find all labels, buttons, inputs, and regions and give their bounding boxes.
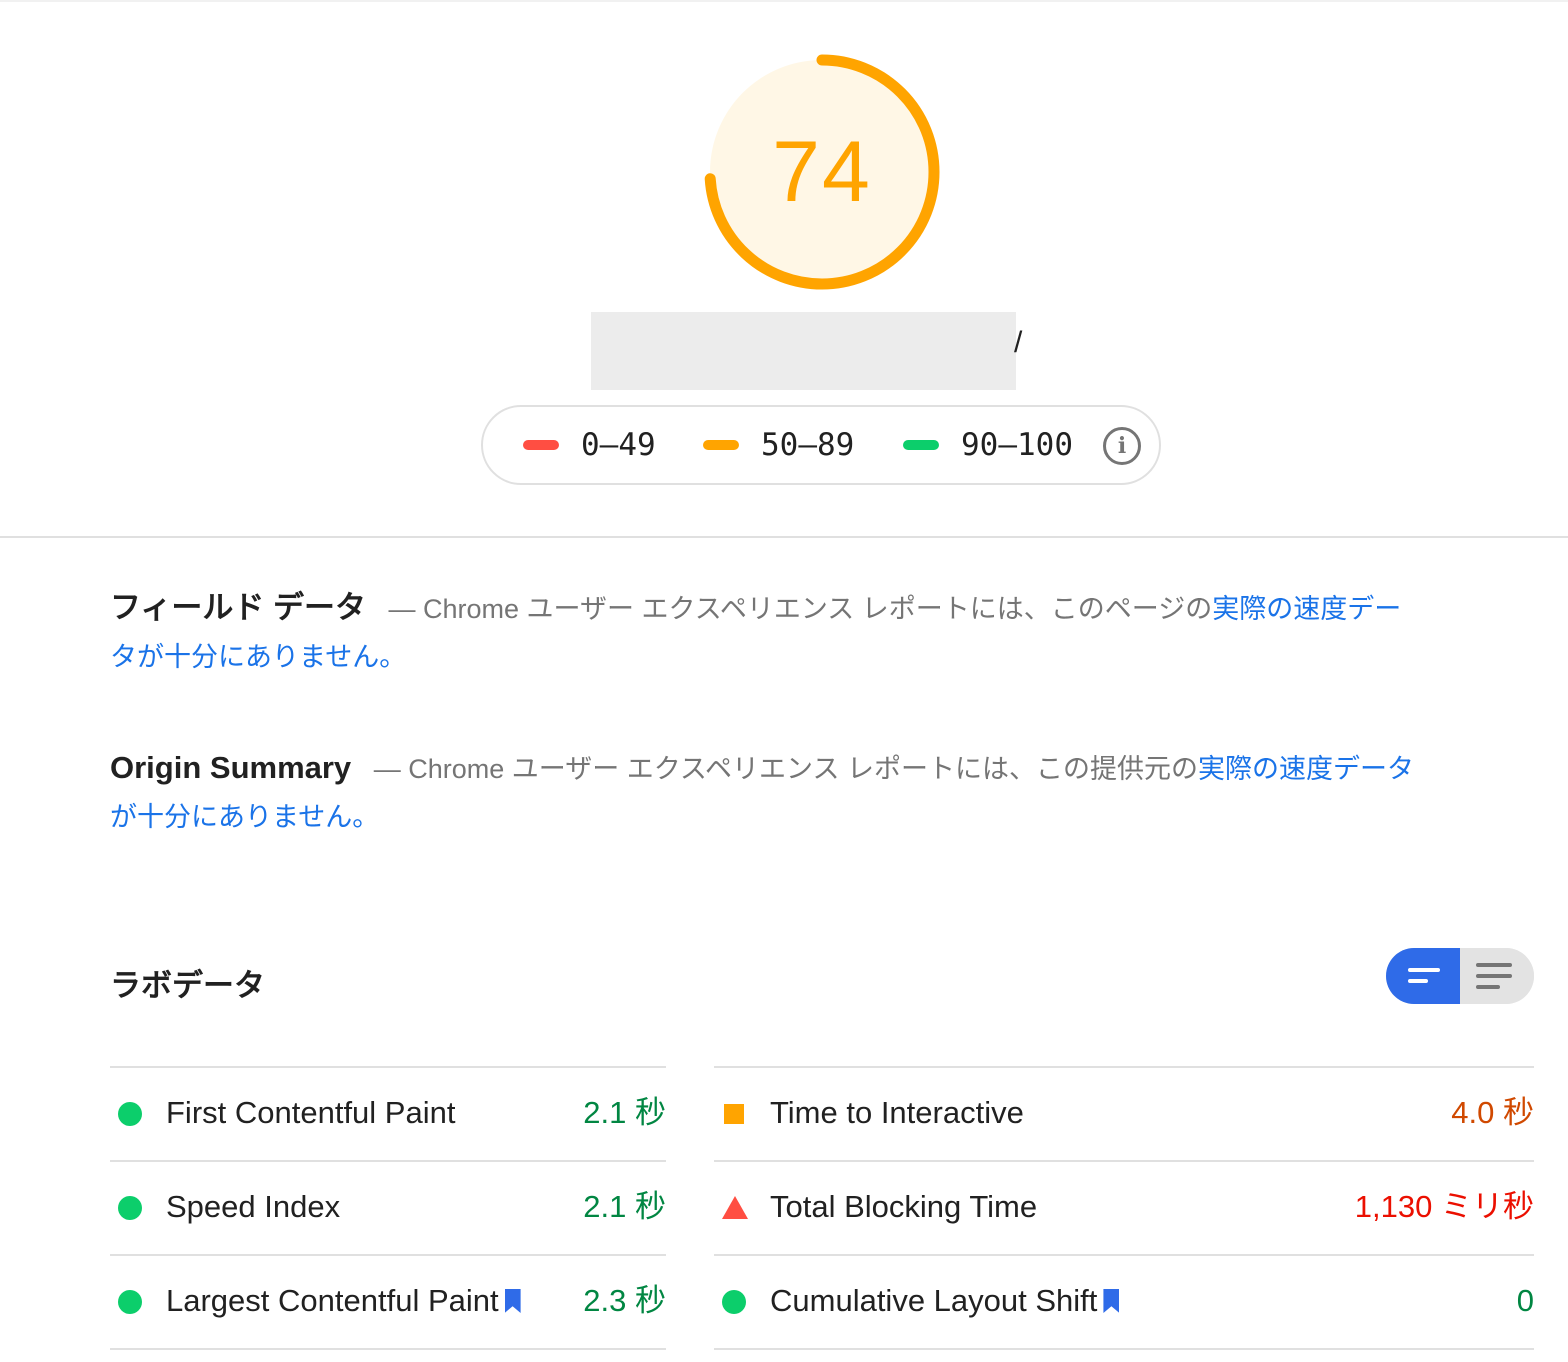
pass-circle-icon [722,1290,746,1314]
metric-name-text: Largest Contentful Paint [166,1283,499,1318]
metric-value: 2.1 秒 [583,1189,666,1224]
info-icon[interactable]: i [1103,427,1141,465]
metric-name: Cumulative Layout Shift [770,1256,1120,1346]
metric-value: 2.1 秒 [583,1095,666,1130]
field-data-description: Chrome ユーザー エクスペリエンス レポートには、このページの [423,594,1213,624]
metric-name: Total Blocking Time [770,1162,1037,1252]
metric-row: Largest Contentful Paint 2.3 秒 [110,1254,666,1350]
lab-data-title: ラボデータ [110,968,265,1003]
metric-name: Largest Contentful Paint [166,1256,521,1346]
metrics-view-toggle [1386,948,1534,1004]
pass-circle-icon [118,1196,142,1220]
legend-item-pass: 90–100 [903,407,1073,483]
metric-name-text: Total Blocking Time [770,1189,1038,1224]
bookmark-icon [1103,1289,1120,1313]
field-data-dash: — [388,594,416,624]
legend-item-average: 50–89 [703,407,854,483]
pagespeed-report: 74 / 0–49 50–89 90–100 i フィールド データ — Chr… [0,0,1568,1362]
metric-value: 1,130 ミリ秒 [1354,1189,1534,1224]
performance-score: 74 [772,123,872,220]
pass-circle-icon [118,1290,142,1314]
fail-triangle-icon [722,1196,748,1219]
metric-name-text: First Contentful Paint [166,1095,456,1130]
field-data-title: フィールド データ [110,590,366,625]
legend-label-average: 50–89 [761,427,855,463]
metric-name-text: Cumulative Layout Shift [770,1283,1098,1318]
page-url-tail: / [1014,326,1023,359]
metric-row: Time to Interactive 4.0 秒 [714,1066,1534,1160]
metric-value: 4.0 秒 [1451,1095,1534,1130]
performance-score-gauge: 74 [700,50,944,294]
origin-summary-section: Origin Summary — Chrome ユーザー エクスペリエンス レポ… [110,744,1420,841]
legend-swatch-fail [523,440,559,450]
legend-label-pass: 90–100 [961,427,1073,463]
origin-summary-dash: — [373,754,401,784]
metric-value: 0 [1516,1283,1534,1318]
metric-row: Total Blocking Time 1,130 ミリ秒 [714,1160,1534,1254]
metrics-column-left: First Contentful Paint 2.1 秒 Speed Index 2.… [110,1066,666,1350]
pass-circle-icon [118,1102,142,1126]
top-divider [0,0,1568,2]
legend-swatch-pass [903,440,939,450]
legend-swatch-average [703,440,739,450]
metric-row: Cumulative Layout Shift 0 [714,1254,1534,1350]
summary-view-button[interactable] [1386,948,1460,1004]
page-url-redacted [591,312,1016,390]
metric-name: Time to Interactive [770,1068,1024,1158]
metrics-column-right: Time to Interactive 4.0 秒 Total Blocking T… [714,1066,1534,1350]
metric-value: 2.3 秒 [583,1283,666,1318]
legend-item-fail: 0–49 [523,407,656,483]
metric-name-text: Speed Index [166,1189,341,1224]
metric-row: Speed Index 2.1 秒 [110,1160,666,1254]
score-legend: 0–49 50–89 90–100 i [481,405,1161,485]
metric-name: Speed Index [166,1162,340,1252]
metric-row: First Contentful Paint 2.1 秒 [110,1066,666,1160]
origin-summary-description: Chrome ユーザー エクスペリエンス レポートには、この提供元の [408,754,1198,784]
metric-name-text: Time to Interactive [770,1095,1024,1130]
detailed-view-button[interactable] [1460,948,1534,1004]
metric-name: First Contentful Paint [166,1068,455,1158]
field-data-section: フィールド データ — Chrome ユーザー エクスペリエンス レポートには、… [110,584,1420,681]
bookmark-icon [504,1289,521,1313]
origin-summary-title: Origin Summary [110,750,352,785]
legend-label-fail: 0–49 [581,427,656,463]
section-divider [0,536,1568,538]
average-square-icon [724,1104,744,1124]
